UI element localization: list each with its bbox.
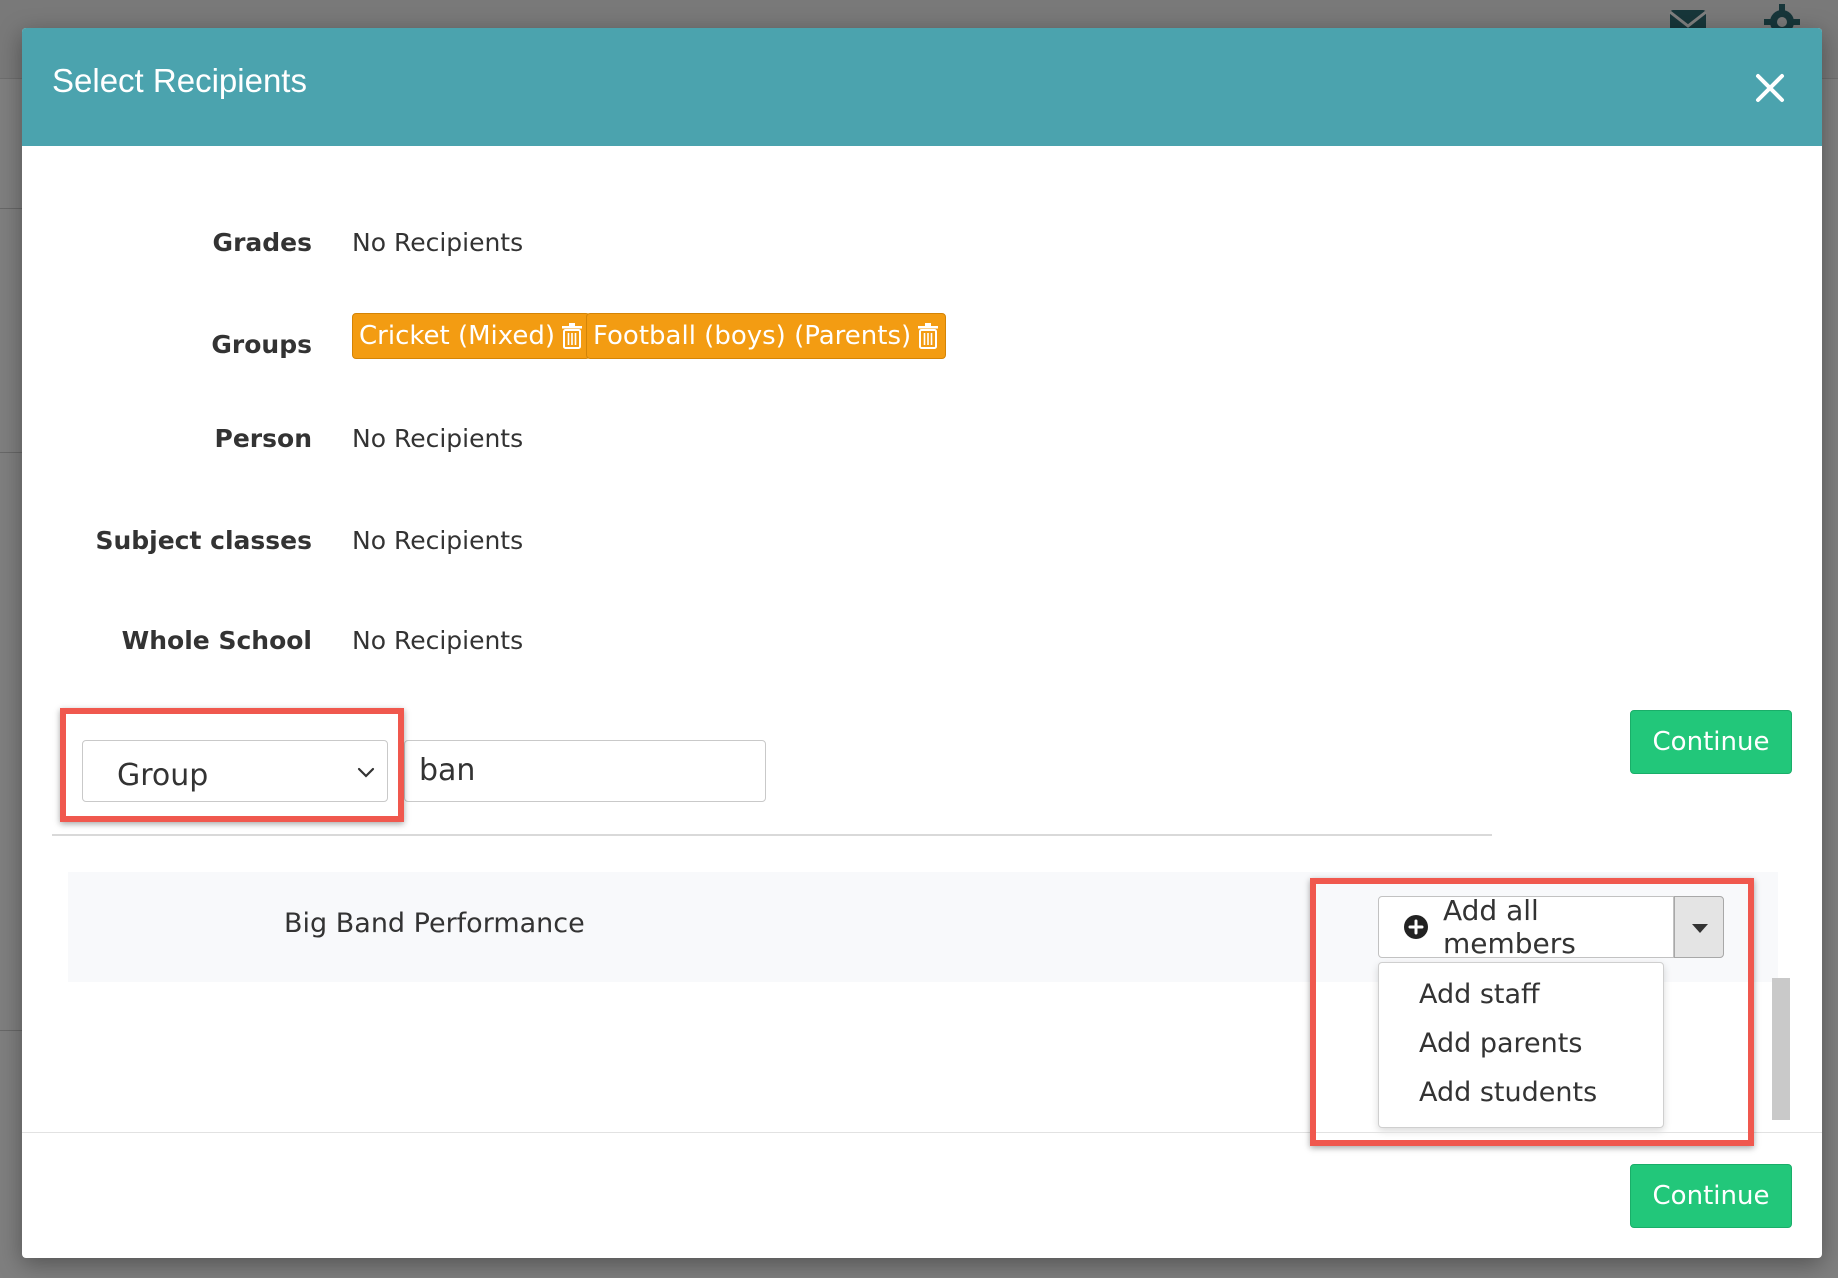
subject-classes-value: No Recipients bbox=[352, 526, 524, 555]
group-tag[interactable]: Football (boys) (Parents) bbox=[586, 313, 947, 359]
recipient-search-input[interactable]: ban bbox=[404, 740, 766, 802]
modal-header: Select Recipients bbox=[22, 28, 1822, 146]
groups-label: Groups bbox=[211, 330, 312, 359]
trash-icon[interactable] bbox=[917, 323, 939, 349]
highlight-recipient-type bbox=[60, 708, 404, 822]
continue-button-footer[interactable]: Continue bbox=[1630, 1164, 1792, 1228]
whole-school-value: No Recipients bbox=[352, 626, 524, 655]
section-divider bbox=[52, 834, 1492, 836]
grades-label: Grades bbox=[212, 228, 312, 257]
modal-title: Select Recipients bbox=[52, 62, 307, 99]
trash-icon[interactable] bbox=[561, 323, 583, 349]
result-name: Big Band Performance bbox=[284, 908, 585, 939]
group-tag-label: Football (boys) (Parents) bbox=[593, 321, 912, 351]
group-tag[interactable]: Cricket (Mixed) bbox=[352, 313, 590, 359]
grades-value: No Recipients bbox=[352, 228, 524, 257]
close-icon[interactable] bbox=[1748, 66, 1792, 110]
highlight-add-members bbox=[1310, 878, 1754, 1146]
continue-button[interactable]: Continue bbox=[1630, 710, 1792, 774]
person-value: No Recipients bbox=[352, 424, 524, 453]
group-tag-label: Cricket (Mixed) bbox=[359, 321, 555, 351]
person-label: Person bbox=[214, 424, 312, 453]
whole-school-label: Whole School bbox=[121, 626, 312, 655]
results-scrollbar[interactable] bbox=[1772, 978, 1790, 1120]
subject-classes-label: Subject classes bbox=[95, 526, 312, 555]
